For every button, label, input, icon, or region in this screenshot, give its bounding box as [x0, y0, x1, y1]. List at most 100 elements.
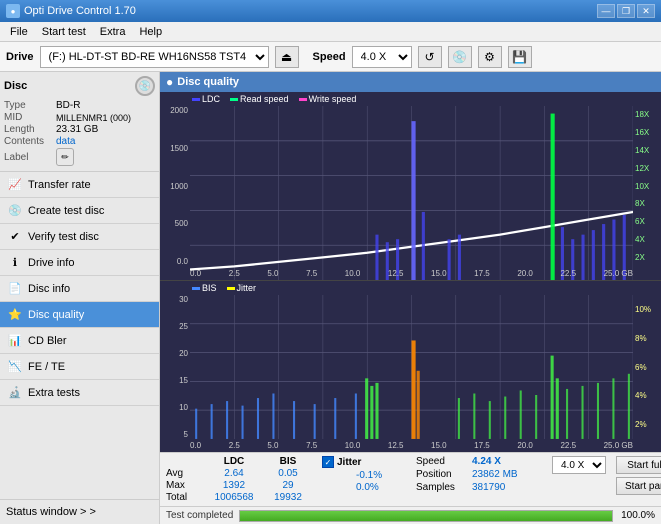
legend-bis: BIS: [192, 283, 217, 293]
x-label-17-5: 17.5: [474, 269, 490, 278]
disc-label-key: Label: [4, 152, 56, 163]
y-label-18x: 18X: [633, 110, 661, 119]
menu-help[interactable]: Help: [133, 23, 168, 41]
status-window-label: Status window > >: [6, 506, 96, 518]
disc-contents-value: data: [56, 136, 75, 147]
drive-bar: Drive (F:) HL-DT-ST BD-RE WH16NS58 TST4 …: [0, 42, 661, 72]
legend-jitter-label: Jitter: [237, 283, 257, 293]
disc-quality-icon: ⭐: [8, 308, 22, 322]
drive-label: Drive: [6, 51, 34, 63]
samples-label: Samples: [416, 482, 468, 493]
sidebar-item-cd-bler[interactable]: 📊 CD Bler: [0, 328, 159, 354]
position-value: 23862 MB: [472, 469, 542, 480]
sidebar-status: Status window > >: [0, 499, 159, 524]
x-label-15: 15.0: [431, 269, 447, 278]
close-button[interactable]: ✕: [637, 4, 655, 18]
x-label-12-5: 12.5: [388, 269, 404, 278]
legend-jitter: Jitter: [227, 283, 257, 293]
minimize-button[interactable]: —: [597, 4, 615, 18]
sidebar-item-extra-tests[interactable]: 🔬 Extra tests: [0, 380, 159, 406]
y-label-16x: 16X: [633, 128, 661, 137]
settings-button[interactable]: ⚙: [478, 46, 502, 68]
status-text: Test completed: [166, 510, 233, 521]
legend-write: Write speed: [299, 94, 357, 104]
start-full-button[interactable]: Start full: [616, 456, 661, 474]
jitter-max-label: [322, 482, 352, 493]
jitter-avg-label: [322, 470, 352, 481]
maximize-button[interactable]: ❐: [617, 4, 635, 18]
y-label-10x: 10X: [633, 182, 661, 191]
chart-legend-lower: BIS Jitter: [192, 283, 256, 293]
stats-ldc-header: LDC: [208, 456, 260, 467]
stats-empty-header: [166, 456, 204, 467]
disc-section: Disc 💿 Type BD-R MID MILLENMR1 (000) Len…: [0, 72, 159, 172]
start-part-button[interactable]: Start part: [616, 477, 661, 495]
refresh-button[interactable]: ↺: [418, 46, 442, 68]
samples-value: 381790: [472, 482, 542, 493]
disc-mid-row: MID MILLENMR1 (000): [4, 112, 155, 123]
legend-ldc-dot: [192, 98, 200, 101]
sidebar-item-verify-test-disc[interactable]: ✔ Verify test disc: [0, 224, 159, 250]
speed-select-section: 4.0 X: [552, 456, 606, 474]
sidebar-item-disc-quality[interactable]: ⭐ Disc quality: [0, 302, 159, 328]
y-label-10pct: 10%: [633, 305, 661, 314]
xl-label-15: 15.0: [431, 441, 447, 450]
legend-write-label: Write speed: [309, 94, 357, 104]
speed-stat-label: Speed: [416, 456, 468, 467]
charts-container: LDC Read speed Write speed 2000 1500: [160, 92, 661, 452]
disc-icon: 💿: [135, 76, 155, 96]
disc-length-row: Length 23.31 GB: [4, 124, 155, 135]
sidebar-item-transfer-rate[interactable]: 📈 Transfer rate: [0, 172, 159, 198]
y-label-10: 10: [160, 403, 190, 412]
y-label-4pct: 4%: [633, 391, 661, 400]
y-label-25: 25: [160, 322, 190, 331]
x-label-0: 0.0: [190, 269, 201, 278]
save-button[interactable]: 💾: [508, 46, 532, 68]
x-label-7-5: 7.5: [306, 269, 317, 278]
disc-label-row: Label ✏: [4, 148, 155, 166]
speed-dropdown[interactable]: 4.0 X: [552, 456, 606, 474]
sidebar-item-cd-bler-label: CD Bler: [28, 335, 67, 347]
disc-contents-row: Contents data: [4, 136, 155, 147]
disc-mid-key: MID: [4, 112, 56, 123]
legend-read: Read speed: [230, 94, 289, 104]
y-label-8x: 8X: [633, 199, 661, 208]
x-label-22-5: 22.5: [560, 269, 576, 278]
stats-table: LDC BIS Avg 2.64 0.05 Max 1392 29 Total …: [166, 456, 312, 503]
jitter-checkbox[interactable]: ✓: [322, 456, 334, 468]
legend-bis-dot: [192, 287, 200, 290]
jitter-avg-value: -0.1%: [356, 470, 406, 481]
sidebar-item-disc-quality-label: Disc quality: [28, 309, 84, 321]
stats-total-label: Total: [166, 492, 204, 503]
y-label-6pct: 6%: [633, 363, 661, 372]
status-window-button[interactable]: Status window > >: [0, 500, 159, 524]
disc-label-edit-button[interactable]: ✏: [56, 148, 74, 166]
sidebar-item-disc-info[interactable]: 📄 Disc info: [0, 276, 159, 302]
legend-jitter-dot: [227, 287, 235, 290]
xl-label-25: 25.0 GB: [604, 441, 633, 450]
speed-select[interactable]: 4.0 X: [352, 46, 412, 68]
stats-avg-ldc: 2.64: [208, 468, 260, 479]
drive-info-icon: ℹ: [8, 256, 22, 270]
menu-file[interactable]: File: [4, 23, 34, 41]
menu-extra[interactable]: Extra: [94, 23, 132, 41]
eject-button[interactable]: ⏏: [275, 46, 299, 68]
start-buttons: Start full Start part: [616, 456, 661, 495]
disc-button[interactable]: 💿: [448, 46, 472, 68]
sidebar-item-fe-te[interactable]: 📉 FE / TE: [0, 354, 159, 380]
menu-start-test[interactable]: Start test: [36, 23, 92, 41]
x-label-20: 20.0: [517, 269, 533, 278]
sidebar-item-drive-info-label: Drive info: [28, 257, 74, 269]
x-label-10: 10.0: [345, 269, 361, 278]
cd-bler-icon: 📊: [8, 334, 22, 348]
sidebar-item-drive-info[interactable]: ℹ Drive info: [0, 250, 159, 276]
y-axis-left-lower: 30 25 20 15 10 5: [160, 295, 190, 439]
sidebar-item-extra-tests-label: Extra tests: [28, 387, 80, 399]
quality-panel-header: ● Disc quality: [160, 72, 661, 92]
sidebar-item-create-test-disc[interactable]: 💿 Create test disc: [0, 198, 159, 224]
quality-header-icon: ●: [166, 75, 173, 89]
jitter-label: Jitter: [337, 457, 361, 468]
y-label-1500: 1500: [160, 144, 190, 153]
drive-select[interactable]: (F:) HL-DT-ST BD-RE WH16NS58 TST4: [40, 46, 269, 68]
y-label-4x: 4X: [633, 235, 661, 244]
